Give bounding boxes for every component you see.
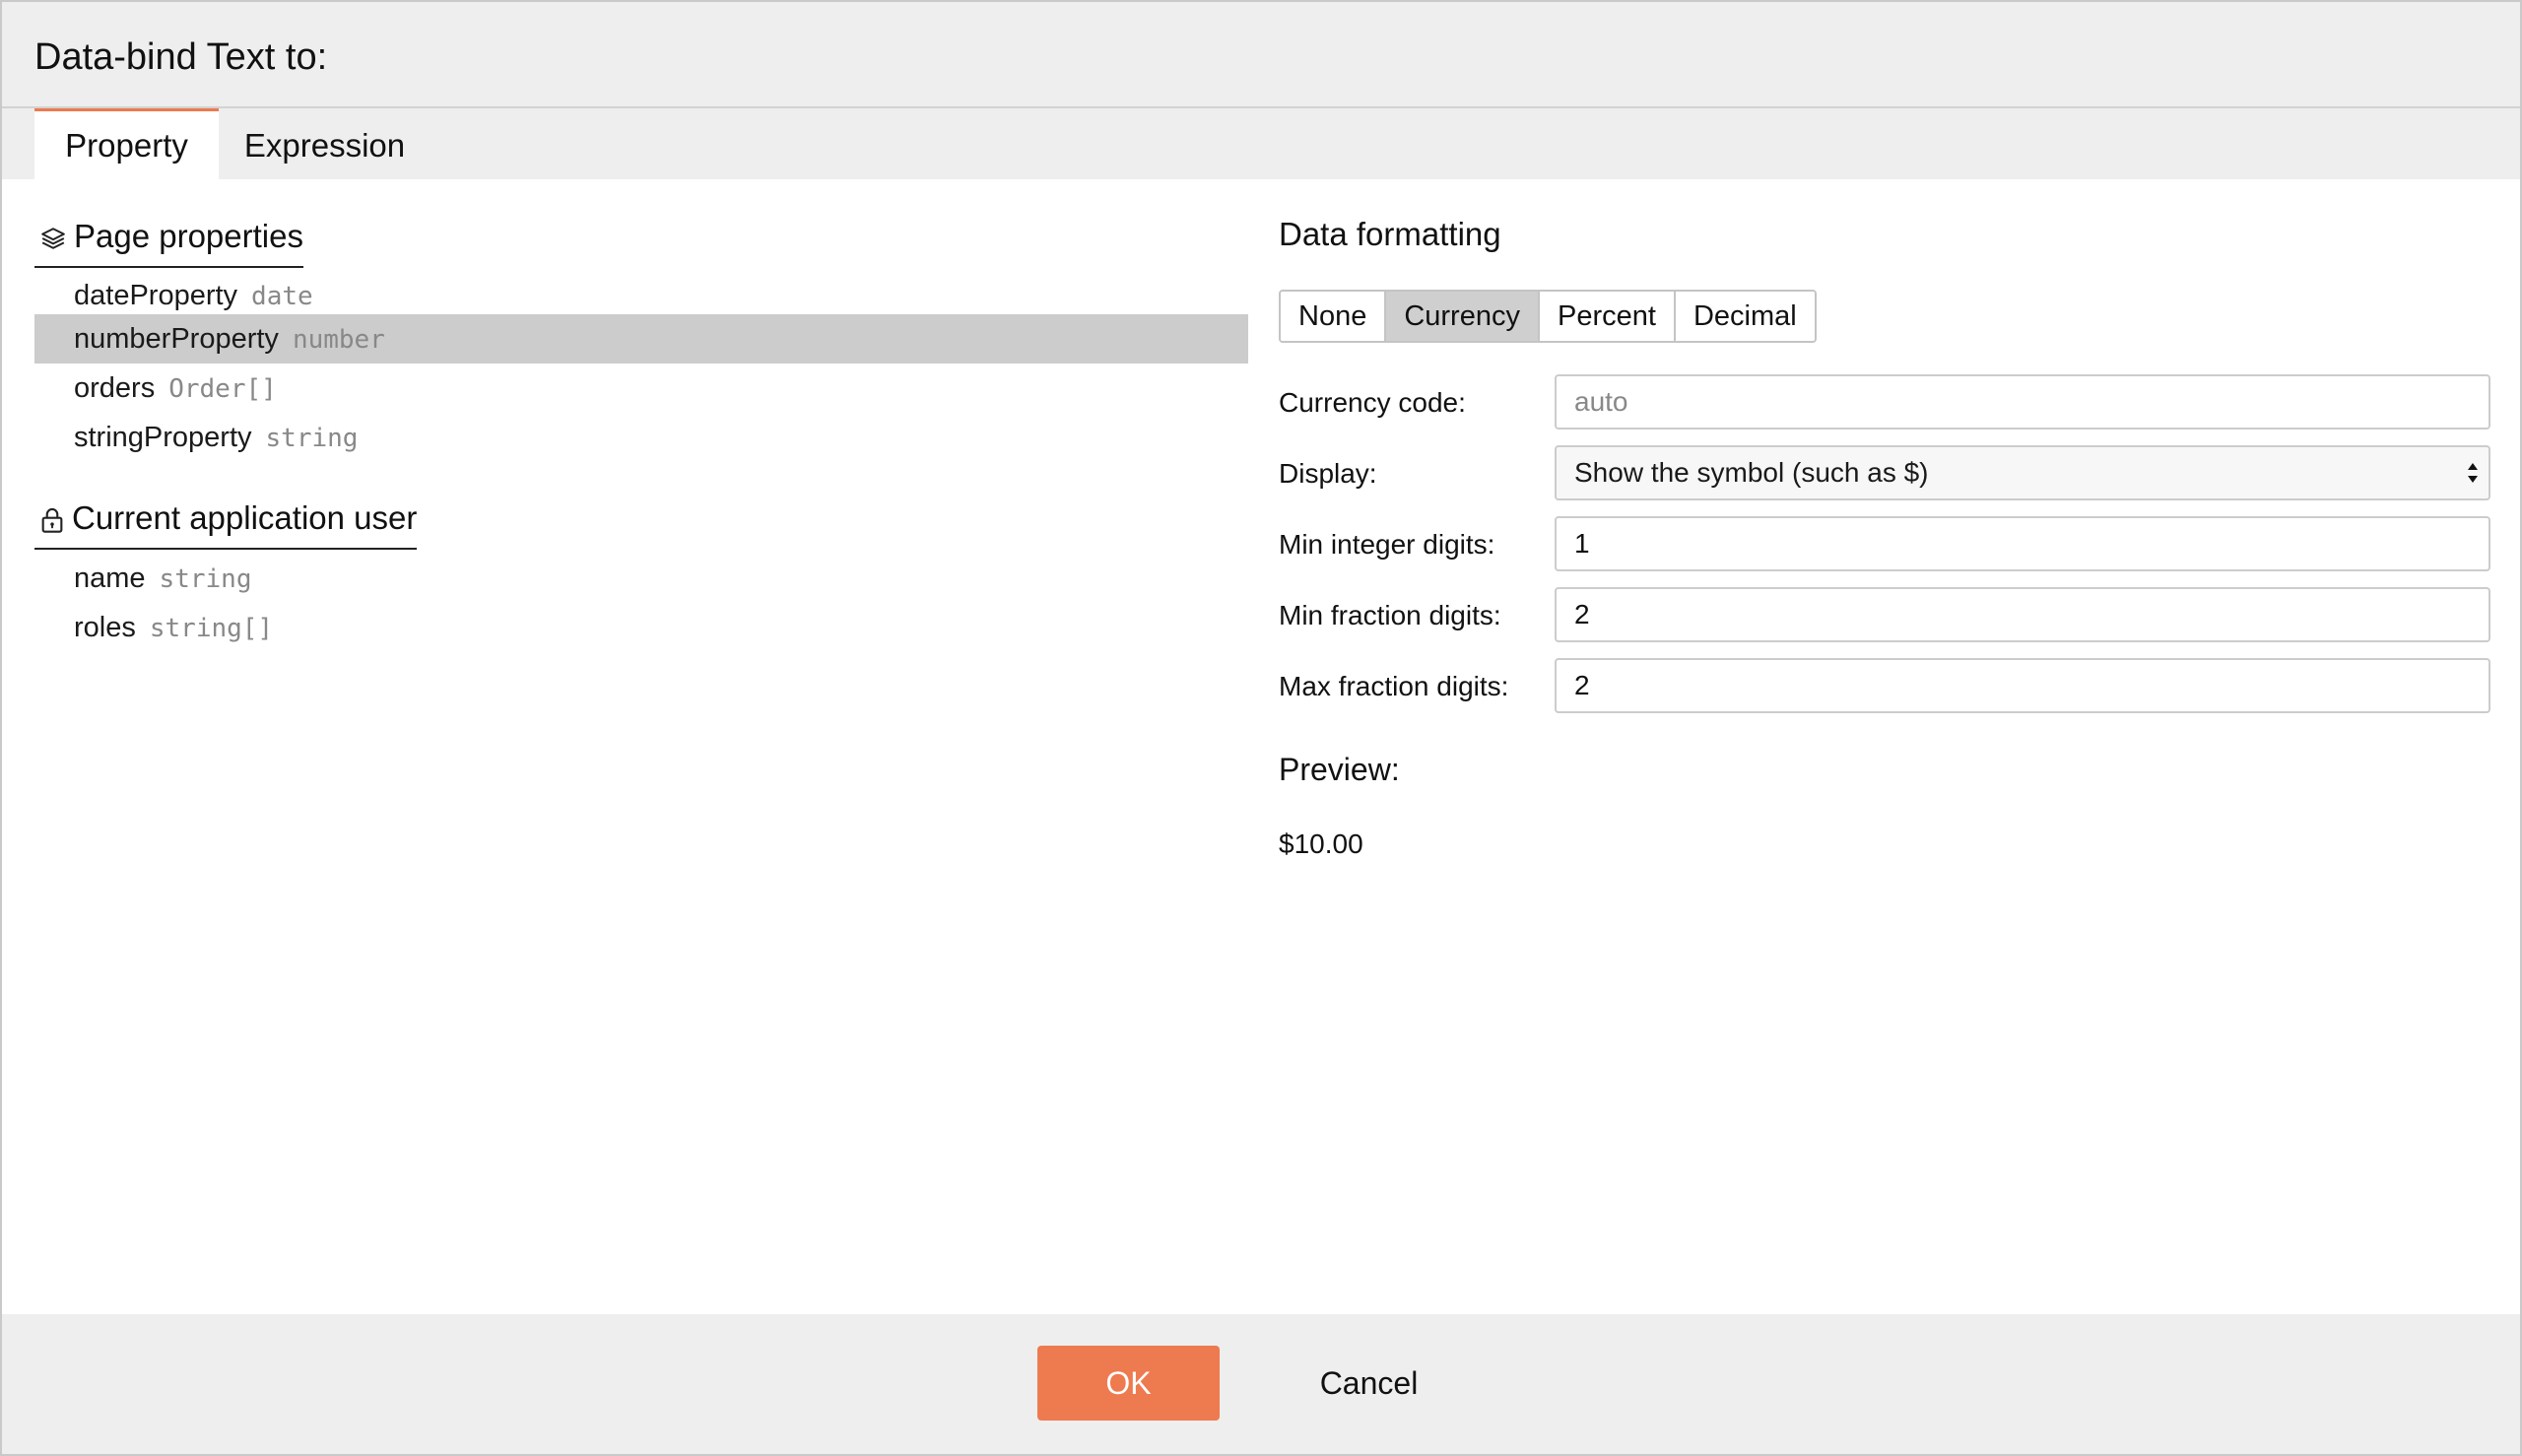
property-type: string bbox=[265, 424, 359, 453]
property-name: dateProperty bbox=[74, 280, 238, 311]
format-decimal-button[interactable]: Decimal bbox=[1675, 292, 1815, 341]
group-title: Current application user bbox=[72, 499, 418, 536]
display-row: Display: Show the symbol (such as $) bbox=[1279, 445, 2490, 502]
format-percent-button[interactable]: Percent bbox=[1539, 292, 1676, 341]
dialog-footer: OK Cancel bbox=[2, 1314, 2520, 1454]
group-current-user: Current application user bbox=[34, 491, 418, 550]
tab-property[interactable]: Property bbox=[34, 108, 219, 179]
min-integer-digits-row: Min integer digits: bbox=[1279, 516, 2490, 573]
property-type: date bbox=[251, 282, 313, 311]
property-type: string[] bbox=[149, 614, 274, 643]
property-item-dateproperty[interactable]: dateProperty date bbox=[34, 271, 1248, 320]
format-currency-button[interactable]: Currency bbox=[1386, 292, 1540, 341]
dialog-header: Data-bind Text to: bbox=[2, 2, 2520, 108]
format-type-selector: None Currency Percent Decimal bbox=[1279, 290, 1817, 343]
min-fraction-digits-row: Min fraction digits: bbox=[1279, 587, 2490, 644]
property-item-orders[interactable]: orders Order[] bbox=[34, 364, 1248, 413]
min-integer-digits-input[interactable] bbox=[1555, 516, 2490, 571]
currency-code-input[interactable] bbox=[1555, 374, 2490, 430]
property-type: string bbox=[159, 564, 252, 594]
tab-expression[interactable]: Expression bbox=[219, 108, 431, 179]
display-select-value: Show the symbol (such as $) bbox=[1574, 457, 1929, 488]
lock-icon bbox=[41, 508, 63, 533]
cancel-button[interactable]: Cancel bbox=[1273, 1346, 1465, 1421]
group-page-properties: Page properties bbox=[34, 209, 303, 268]
currency-code-row: Currency code: bbox=[1279, 374, 2490, 431]
data-bind-dialog: Data-bind Text to: Property Expression P… bbox=[0, 0, 2522, 1456]
property-name: stringProperty bbox=[74, 422, 252, 453]
property-item-numberproperty[interactable]: numberProperty number bbox=[34, 314, 1248, 364]
max-fraction-digits-row: Max fraction digits: bbox=[1279, 658, 2490, 715]
property-type: Order[] bbox=[168, 374, 277, 404]
preview-label: Preview: bbox=[1279, 752, 1400, 787]
select-arrows-icon bbox=[2468, 463, 2478, 483]
currency-code-label: Currency code: bbox=[1279, 387, 1466, 418]
tab-bar: Property Expression bbox=[2, 108, 2520, 179]
formatting-title: Data formatting bbox=[1279, 216, 1501, 252]
property-name: roles bbox=[74, 612, 136, 643]
property-item-name[interactable]: name string bbox=[34, 554, 1248, 603]
layers-icon bbox=[41, 228, 65, 250]
property-name: orders bbox=[74, 372, 156, 404]
format-none-button[interactable]: None bbox=[1281, 292, 1387, 341]
min-fraction-digits-label: Min fraction digits: bbox=[1279, 600, 1501, 630]
property-name: numberProperty bbox=[74, 323, 279, 355]
property-item-stringproperty[interactable]: stringProperty string bbox=[34, 413, 1248, 462]
max-fraction-digits-label: Max fraction digits: bbox=[1279, 671, 1509, 701]
ok-button[interactable]: OK bbox=[1037, 1346, 1220, 1421]
property-name: name bbox=[74, 563, 146, 594]
display-select[interactable]: Show the symbol (such as $) bbox=[1555, 445, 2490, 500]
property-item-roles[interactable]: roles string[] bbox=[34, 603, 1248, 652]
preview-value: $10.00 bbox=[1279, 828, 1363, 859]
property-type: number bbox=[292, 325, 385, 355]
group-title: Page properties bbox=[74, 218, 303, 254]
min-fraction-digits-input[interactable] bbox=[1555, 587, 2490, 642]
max-fraction-digits-input[interactable] bbox=[1555, 658, 2490, 713]
min-integer-digits-label: Min integer digits: bbox=[1279, 529, 1495, 560]
display-label: Display: bbox=[1279, 458, 1377, 489]
dialog-title: Data-bind Text to: bbox=[34, 36, 328, 78]
